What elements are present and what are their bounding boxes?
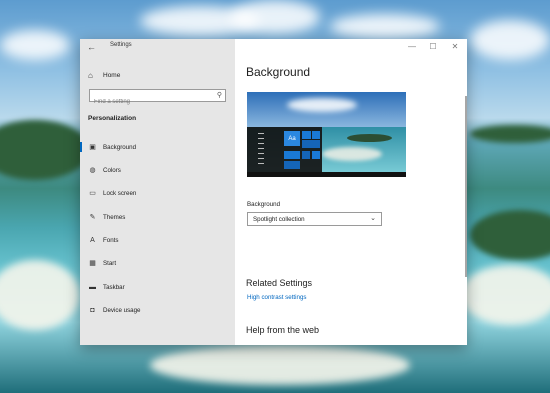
preview-taskbar (247, 172, 406, 177)
back-arrow-icon[interactable]: ← (87, 42, 97, 52)
preview-island (347, 134, 392, 142)
sidebar-item-label: Device usage (103, 306, 141, 314)
preview-sand (322, 147, 382, 161)
help-heading: Help from the web (246, 325, 320, 335)
picture-icon: ▣ (89, 144, 96, 151)
section-title: Personalization (88, 115, 137, 122)
sidebar-item-home[interactable]: ⌂ Home (88, 69, 120, 81)
lock-screen-icon: ▭ (89, 190, 96, 197)
device-usage-icon: ◘ (90, 306, 95, 314)
home-icon: ⌂ (88, 70, 93, 80)
sidebar-item-label: Start (103, 259, 117, 267)
background-label: Background (247, 201, 281, 208)
palette-icon: ◍ (89, 167, 96, 174)
taskbar-icon: ▬ (89, 283, 96, 291)
related-settings-heading: Related Settings (246, 278, 313, 288)
sidebar-item-taskbar[interactable]: ▬ Taskbar (80, 280, 235, 294)
sidebar-item-background[interactable]: ▣ Background (80, 140, 235, 154)
sidebar-item-label: Fonts (103, 236, 119, 244)
maximize-button[interactable]: ☐ (427, 41, 439, 52)
high-contrast-link[interactable]: High contrast settings (247, 294, 307, 301)
sidebar: ⌂ Home ⚲ Personalization ▣ Background ◍ … (80, 39, 235, 345)
chevron-down-icon: ⌄ (370, 215, 376, 222)
title-bar: ← Settings — ☐ ✕ (80, 39, 467, 55)
sidebar-item-themes[interactable]: ✎ Themes (80, 210, 235, 224)
sidebar-item-label: Home (103, 71, 121, 79)
scrollbar[interactable] (465, 96, 467, 277)
start-icon: ▦ (89, 260, 96, 267)
active-indicator (80, 142, 82, 152)
sidebar-item-colors[interactable]: ◍ Colors (80, 163, 235, 177)
sidebar-item-label: Colors (103, 166, 121, 174)
sidebar-item-start[interactable]: ▦ Start (80, 256, 235, 270)
search-input[interactable] (90, 96, 209, 108)
window-title: Settings (110, 42, 132, 48)
search-icon[interactable]: ⚲ (217, 90, 222, 101)
settings-window: ⌂ Home ⚲ Personalization ▣ Background ◍ … (80, 39, 467, 345)
background-dropdown[interactable]: Spotlight collection ⌄ (247, 212, 382, 226)
preview-tile: Aa (284, 131, 300, 146)
background-preview: Aa (247, 92, 406, 177)
sidebar-item-label: Background (103, 143, 137, 151)
sidebar-item-label: Themes (103, 213, 126, 221)
sidebar-item-lock-screen[interactable]: ▭ Lock screen (80, 186, 235, 200)
close-button[interactable]: ✕ (449, 41, 461, 52)
preview-cloud (287, 98, 357, 112)
sidebar-item-label: Lock screen (103, 189, 137, 197)
page-title: Background (246, 65, 311, 79)
sidebar-item-device-usage[interactable]: ◘ Device usage (80, 303, 235, 317)
sidebar-item-label: Taskbar (103, 283, 125, 291)
font-icon: A (90, 236, 95, 244)
brush-icon: ✎ (89, 214, 96, 221)
dropdown-value: Spotlight collection (253, 216, 305, 223)
minimize-button[interactable]: — (406, 41, 418, 52)
sidebar-item-fonts[interactable]: A Fonts (80, 233, 235, 247)
search-box: ⚲ (89, 89, 226, 108)
